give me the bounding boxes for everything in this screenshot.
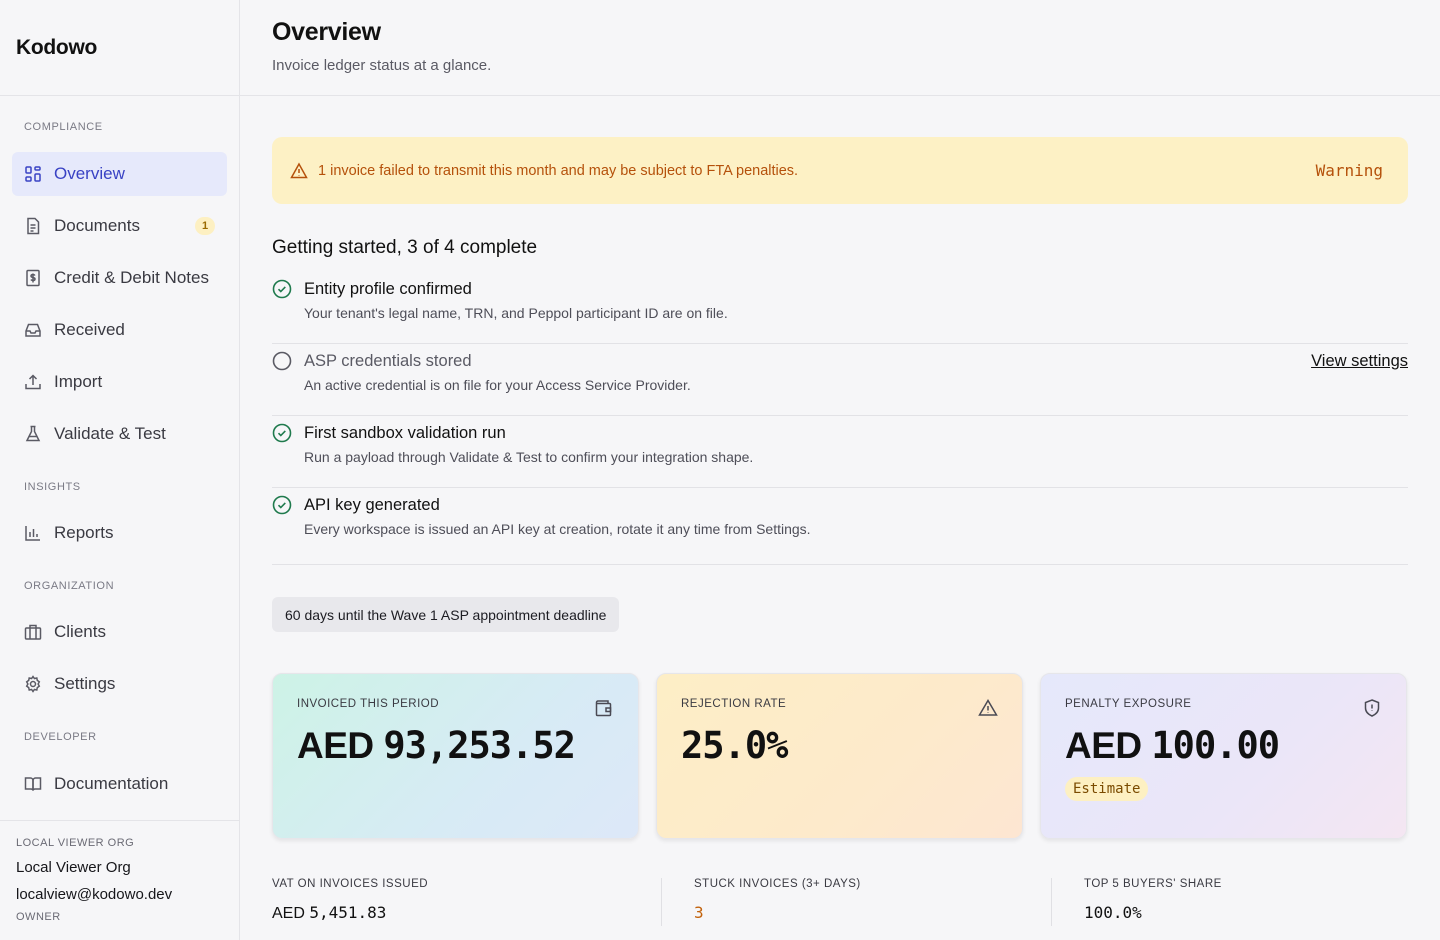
- sidebar-item-reports[interactable]: Reports: [12, 511, 227, 555]
- checklist-item: ASP credentials stored An active credent…: [272, 344, 1408, 416]
- card-value: AED 100.00: [1065, 724, 1280, 767]
- checklist-item-title: First sandbox validation run: [304, 424, 506, 442]
- brand-logo[interactable]: Kodowo: [0, 0, 239, 96]
- deadline-badge: 60 days until the Wave 1 ASP appointment…: [272, 597, 620, 632]
- sidebar-item-overview[interactable]: Overview: [12, 152, 227, 196]
- divider: [661, 878, 662, 926]
- stat-label: TOP 5 BUYERS' SHARE: [1084, 878, 1222, 890]
- alert-message: 1 invoice failed to transmit this month …: [318, 162, 799, 179]
- org-name: Local Viewer Org: [16, 859, 131, 876]
- card-label: PENALTY EXPOSURE: [1065, 698, 1192, 710]
- checklist-item: API key generated Every workspace is iss…: [272, 488, 1408, 565]
- sidebar-item-label: Overview: [54, 164, 125, 183]
- sidebar-item-settings[interactable]: Settings: [12, 662, 227, 706]
- sidebar-item-import[interactable]: Import: [12, 360, 227, 404]
- sidebar-item-documents[interactable]: Documents 1: [12, 204, 227, 248]
- shield-icon: [1362, 698, 1382, 718]
- stat-value: 100.0%: [1084, 903, 1142, 922]
- page-subtitle: Invoice ledger status at a glance.: [272, 57, 492, 74]
- top-buyers-share-stat: TOP 5 BUYERS' SHARE 100.0%: [1084, 878, 1222, 940]
- warning-triangle-icon: [290, 161, 308, 180]
- nav-section-organization: ORGANIZATION: [24, 580, 115, 592]
- user-role: OWNER: [16, 911, 61, 923]
- checklist-item-title: ASP credentials stored: [304, 352, 472, 370]
- check-circle-icon: [272, 423, 292, 443]
- nav-section-developer: DEVELOPER: [24, 731, 97, 743]
- sidebar-item-documentation[interactable]: Documentation: [12, 762, 227, 806]
- warning-alert: 1 invoice failed to transmit this month …: [272, 137, 1408, 204]
- nav-section-insights: INSIGHTS: [24, 481, 81, 493]
- wallet-icon: [594, 698, 614, 718]
- checklist-item-desc: An active credential is on file for your…: [304, 377, 691, 393]
- sidebar-item-received[interactable]: Received: [12, 308, 227, 352]
- stuck-invoices-stat: STUCK INVOICES (3+ DAYS) 3: [694, 878, 861, 940]
- sidebar-item-label: Reports: [54, 523, 114, 542]
- sidebar: Kodowo COMPLIANCE Overview Documents 1 C…: [0, 0, 240, 940]
- sidebar-item-label: Clients: [54, 622, 106, 641]
- sidebar-item-label: Documents: [54, 216, 140, 235]
- penalty-exposure-card: PENALTY EXPOSURE AED 100.00 Estimate: [1040, 673, 1407, 839]
- sidebar-item-label: Credit & Debit Notes: [54, 268, 209, 287]
- card-value: 25.0%: [681, 724, 788, 767]
- checklist-item-title: Entity profile confirmed: [304, 280, 472, 298]
- invoiced-this-period-card: INVOICED THIS PERIOD AED 93,253.52: [272, 673, 639, 839]
- sidebar-item-clients[interactable]: Clients: [12, 610, 227, 654]
- user-email: localview@kodowo.dev: [16, 886, 173, 903]
- stat-value: 3: [694, 903, 704, 922]
- warning-triangle-icon: [978, 698, 998, 718]
- inbox-icon: [24, 321, 42, 339]
- briefcase-icon: [24, 623, 42, 641]
- sidebar-item-label: Import: [54, 372, 103, 391]
- stat-label: VAT ON INVOICES ISSUED: [272, 878, 429, 890]
- nav-section-compliance: COMPLIANCE: [24, 121, 103, 133]
- card-label: REJECTION RATE: [681, 698, 787, 710]
- vat-on-invoices-stat: VAT ON INVOICES ISSUED AED 5,451.83: [272, 878, 428, 940]
- card-value: AED 93,253.52: [297, 724, 576, 767]
- org-label: LOCAL VIEWER ORG: [16, 837, 135, 849]
- view-settings-link[interactable]: View settings: [1311, 352, 1408, 371]
- checklist-item-desc: Run a payload through Validate & Test to…: [304, 449, 754, 465]
- sidebar-item-label: Settings: [54, 674, 116, 693]
- sidebar-item-validate-test[interactable]: Validate & Test: [12, 412, 227, 456]
- rejection-rate-card: REJECTION RATE 25.0%: [656, 673, 1023, 839]
- stat-label: STUCK INVOICES (3+ DAYS): [694, 878, 861, 890]
- check-circle-icon: [272, 279, 292, 299]
- bar-chart-icon: [24, 524, 42, 542]
- checklist-item: First sandbox validation run Run a paylo…: [272, 416, 1408, 488]
- empty-circle-icon: [272, 351, 292, 371]
- page-title: Overview: [272, 18, 381, 46]
- sidebar-item-label: Validate & Test: [54, 424, 166, 443]
- page-header: Overview Invoice ledger status at a glan…: [240, 0, 1440, 96]
- alert-severity-tag: Warning: [1315, 161, 1383, 180]
- upload-icon: [24, 373, 42, 391]
- check-circle-icon: [272, 495, 292, 515]
- checklist-item-title: API key generated: [304, 496, 440, 514]
- checklist-item-desc: Your tenant's legal name, TRN, and Peppo…: [304, 305, 728, 321]
- sidebar-item-credit-debit-notes[interactable]: Credit & Debit Notes: [12, 256, 227, 300]
- gear-icon: [24, 675, 42, 693]
- checklist-item: Entity profile confirmed Your tenant's l…: [272, 272, 1408, 344]
- document-icon: [24, 217, 42, 235]
- card-label: INVOICED THIS PERIOD: [297, 698, 440, 710]
- estimate-badge: Estimate: [1065, 777, 1149, 801]
- sidebar-item-label: Documentation: [54, 774, 169, 793]
- stat-value: AED 5,451.83: [272, 903, 387, 922]
- divider: [1051, 878, 1052, 926]
- checklist-title: Getting started, 3 of 4 complete: [272, 237, 538, 258]
- receipt-icon: [24, 269, 42, 287]
- checklist-item-desc: Every workspace is issued an API key at …: [304, 521, 811, 537]
- org-switcher[interactable]: LOCAL VIEWER ORG Local Viewer Org localv…: [0, 820, 239, 940]
- documents-count-badge: 1: [195, 217, 215, 235]
- book-icon: [24, 775, 42, 793]
- grid-icon: [24, 165, 42, 183]
- sidebar-item-label: Received: [54, 320, 125, 339]
- flask-icon: [24, 425, 42, 443]
